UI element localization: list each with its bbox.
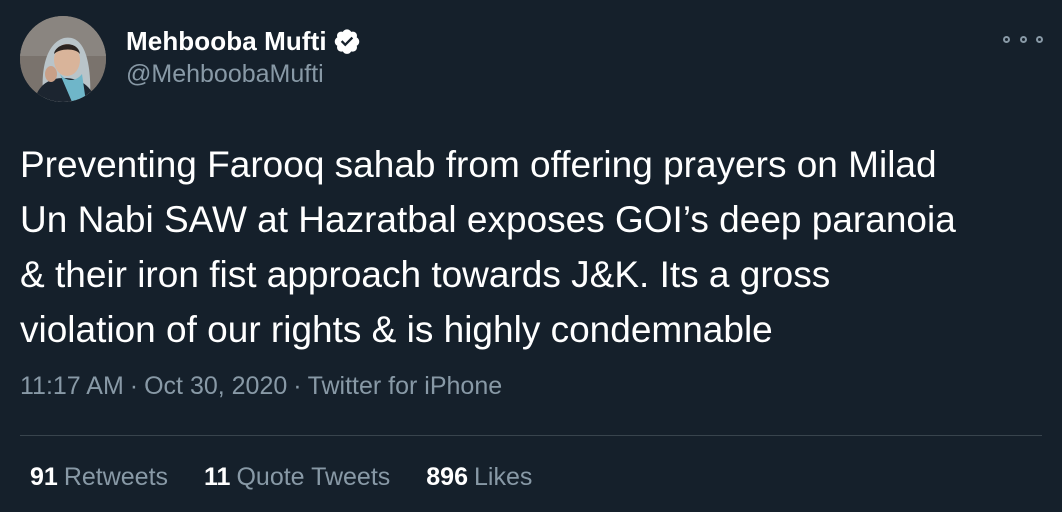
more-dot (1003, 35, 1010, 43)
more-dot (1036, 35, 1043, 43)
divider (20, 435, 1042, 436)
tweet-text: Preventing Farooq sahab from offering pr… (20, 144, 956, 350)
likes-stat[interactable]: 896 Likes (426, 463, 532, 492)
author-display-name[interactable]: Mehbooba Mufti (126, 26, 327, 57)
meta-separator: · (293, 372, 302, 400)
likes-label: Likes (473, 463, 533, 491)
tweet-time[interactable]: 11:17 AM (20, 372, 124, 400)
tweet-stats: 91 Retweets 11 Quote Tweets 896 Likes (30, 463, 568, 492)
meta-separator: · (129, 372, 139, 400)
quote-tweets-label: Quote Tweets (236, 463, 391, 491)
tweet-source[interactable]: Twitter for iPhone (308, 372, 503, 400)
more-options-icon[interactable] (1003, 27, 1043, 51)
tweet-meta: 11:17 AM · Oct 30, 2020 · Twitter for iPhone (20, 372, 502, 401)
quote-tweets-count: 11 (204, 463, 231, 491)
author-name-row[interactable]: Mehbooba Mufti (126, 24, 361, 58)
retweets-stat[interactable]: 91 Retweets (30, 463, 168, 492)
retweets-count: 91 (30, 463, 58, 491)
avatar-image (20, 16, 106, 102)
author-handle[interactable]: @MehboobaMufti (126, 60, 324, 89)
tweet-date[interactable]: Oct 30, 2020 (144, 372, 287, 400)
more-dot (1019, 35, 1027, 43)
retweets-label: Retweets (63, 463, 169, 491)
quote-tweets-stat[interactable]: 11 Quote Tweets (204, 463, 390, 492)
tweet-card: Mehbooba Mufti @MehboobaMufti Preventing… (0, 0, 1062, 512)
verified-badge-icon (333, 27, 361, 55)
avatar[interactable] (20, 16, 106, 102)
likes-count: 896 (426, 463, 468, 491)
